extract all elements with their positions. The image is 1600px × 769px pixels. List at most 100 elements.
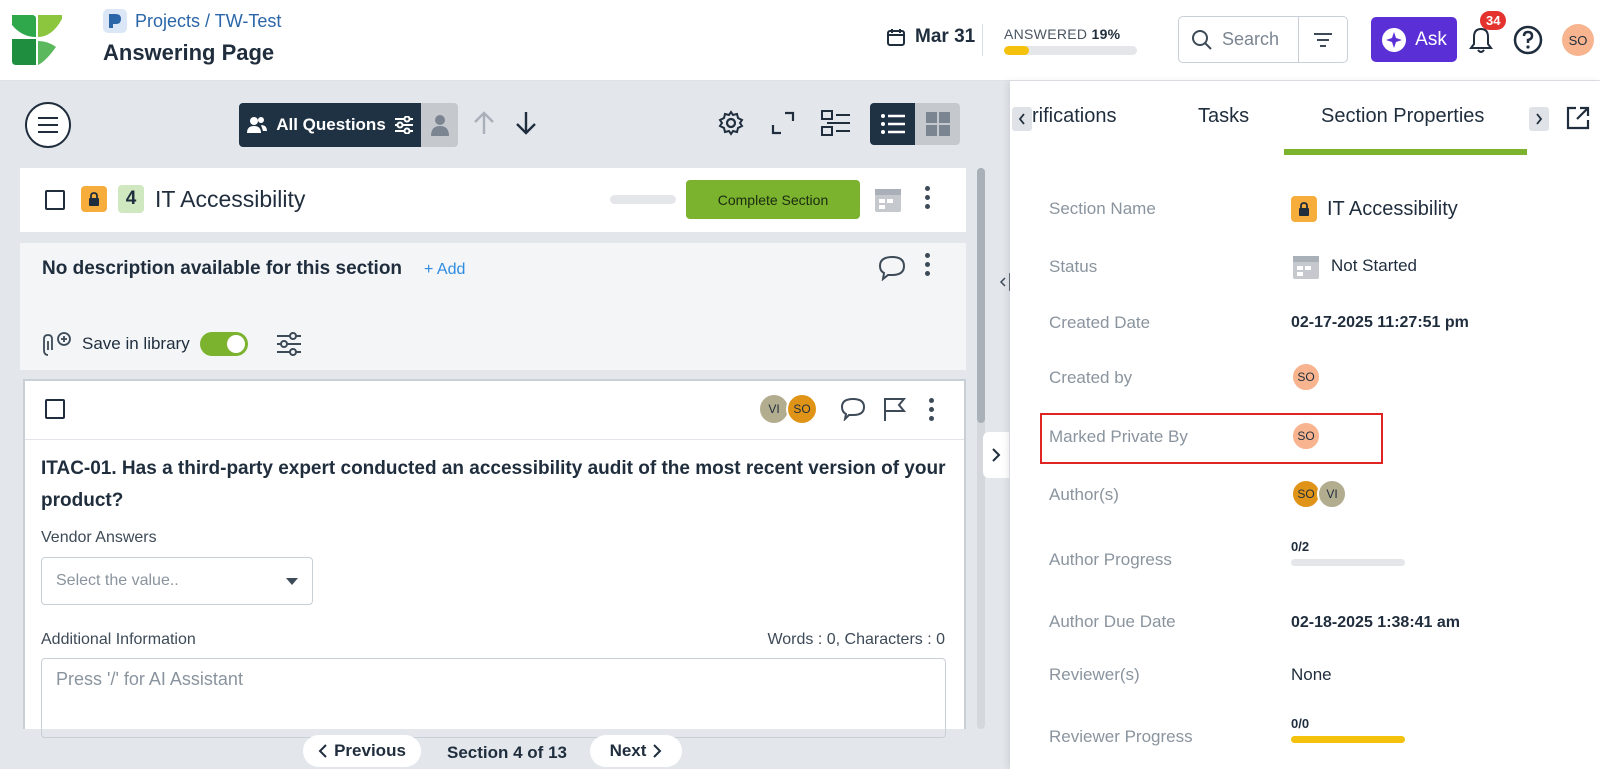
tab-tasks[interactable]: Tasks <box>1198 105 1249 128</box>
section-more-icon[interactable] <box>925 186 930 209</box>
section-description: No description available for this sectio… <box>42 258 403 279</box>
chevron-right-icon <box>1536 113 1543 125</box>
reviewer-progress-bar <box>1291 736 1405 743</box>
tab-section-properties[interactable]: Section Properties <box>1321 105 1484 128</box>
notification-badge[interactable]: 34 <box>1480 11 1507 30</box>
answered-bar-fill <box>1004 46 1030 55</box>
author-progress: 0/2 <box>1291 539 1405 566</box>
bell-icon[interactable] <box>1468 26 1494 54</box>
description-more-icon[interactable] <box>925 253 930 276</box>
hamburger-icon <box>38 117 58 133</box>
move-up-button[interactable] <box>472 110 496 136</box>
page-title: Answering Page <box>103 40 275 65</box>
due-date-text: Mar 31 <box>915 26 976 47</box>
move-down-button[interactable] <box>514 110 538 136</box>
comment-icon <box>878 255 906 281</box>
next-section-button[interactable]: Next <box>590 735 682 767</box>
lock-icon <box>89 192 99 206</box>
marked-private-value: SO <box>1291 421 1321 451</box>
section-header-card: 4 IT Accessibility Complete Section <box>20 168 966 232</box>
answered-progress: ANSWERED 19% <box>1004 26 1137 55</box>
calendar-icon <box>875 189 901 212</box>
open-external-icon[interactable] <box>1565 105 1591 131</box>
expand-icon <box>771 111 795 135</box>
my-questions-toggle[interactable] <box>421 103 458 147</box>
question-more-icon[interactable] <box>929 398 934 421</box>
author-progress-bar <box>1291 559 1405 566</box>
expand-button[interactable] <box>771 111 795 135</box>
calendar-icon <box>1293 256 1319 279</box>
grid-view-button[interactable] <box>915 103 960 145</box>
reviewer-progress-text: 0/0 <box>1291 716 1310 731</box>
list-view-button[interactable] <box>870 103 915 145</box>
collapse-panel-button[interactable] <box>983 432 1009 478</box>
add-description-link[interactable]: + Add <box>424 261 465 279</box>
calendar-icon <box>887 29 905 46</box>
question-avatar-so[interactable]: SO <box>786 393 818 425</box>
save-in-library-toggle[interactable] <box>199 332 248 356</box>
complete-section-button[interactable]: Complete Section <box>686 180 860 219</box>
settings-button[interactable] <box>718 110 744 136</box>
outline-view-button[interactable] <box>821 110 851 136</box>
tabs-scroll-right[interactable] <box>1529 107 1549 131</box>
vendor-answers-select[interactable]: Select the value.. <box>41 557 313 605</box>
question-text: ITAC-01. Has a third-party expert conduc… <box>41 458 946 511</box>
search-input[interactable]: Search <box>1179 17 1299 62</box>
tab-clarifications[interactable]: rifications <box>1032 105 1116 128</box>
author-due-value: 02-18-2025 1:38:41 am <box>1291 614 1461 631</box>
project-icon <box>103 9 127 33</box>
answered-label-text: ANSWERED <box>1004 26 1088 42</box>
breadcrumb[interactable]: Projects / TW-Test <box>103 9 281 33</box>
breadcrumb-text[interactable]: Projects / TW-Test <box>135 11 281 32</box>
users-icon <box>247 117 268 133</box>
gear-icon <box>718 110 744 136</box>
help-icon[interactable] <box>1513 25 1543 55</box>
reviewers-label: Reviewer(s) <box>1049 665 1140 684</box>
question-card-header: VI SO <box>25 381 964 440</box>
search-icon <box>1192 29 1212 50</box>
word-count: Words : 0, Characters : 0 <box>767 631 945 648</box>
all-questions-filter[interactable]: All Questions <box>239 103 421 147</box>
answered-label: ANSWERED 19% <box>1004 26 1137 42</box>
chevron-left-icon <box>1018 113 1025 125</box>
user-avatar[interactable]: SO <box>1562 24 1594 56</box>
list-icon <box>880 114 905 134</box>
due-date[interactable]: Mar 31 <box>886 26 975 48</box>
content-scrollbar-thumb[interactable] <box>977 168 985 423</box>
tabs-scroll-left[interactable] <box>1012 107 1032 131</box>
created-by-value: SO <box>1291 362 1321 392</box>
section-due-date-button[interactable] <box>873 184 903 214</box>
section-checkbox[interactable] <box>45 190 65 210</box>
previous-label: Previous <box>334 741 406 760</box>
marked-private-label: Marked Private By <box>1049 427 1188 446</box>
library-settings-icon[interactable] <box>276 332 302 356</box>
flag-icon <box>884 398 906 421</box>
active-tab-indicator <box>1284 149 1527 155</box>
menu-button[interactable] <box>25 102 71 148</box>
question-checkbox[interactable] <box>45 399 65 419</box>
section-name-label: Section Name <box>1049 199 1156 218</box>
ask-label: Ask <box>1415 28 1447 50</box>
arrow-up-icon <box>474 111 494 134</box>
reviewer-progress: 0/0 <box>1291 716 1405 743</box>
filter-button[interactable] <box>1299 32 1347 48</box>
additional-info-textarea[interactable]: Press '/' for AI Assistant <box>41 658 946 738</box>
app-header: Projects / TW-Test Answering Page Mar 31… <box>0 0 1600 81</box>
app-logo-icon[interactable] <box>12 15 62 65</box>
previous-section-button[interactable]: Previous <box>303 735 421 767</box>
section-properties-panel: rifications Tasks Section Properties Sec… <box>1010 81 1600 769</box>
author-avatar-vi[interactable]: VI <box>1317 479 1347 509</box>
marked-private-avatar[interactable]: SO <box>1291 421 1321 451</box>
section-description-card: No description available for this sectio… <box>20 243 966 370</box>
section-comment-button[interactable] <box>878 255 906 281</box>
question-flag-button[interactable] <box>882 396 906 422</box>
filter-icon <box>1314 32 1332 47</box>
search-box[interactable]: Search <box>1178 16 1348 63</box>
created-by-label: Created by <box>1049 368 1133 387</box>
created-by-avatar[interactable]: SO <box>1291 362 1321 392</box>
reviewer-progress-label: Reviewer Progress <box>1049 727 1193 746</box>
ask-button[interactable]: Ask <box>1371 17 1457 62</box>
chevron-right-icon <box>653 744 662 758</box>
select-placeholder: Select the value.. <box>56 572 179 589</box>
question-comment-button[interactable] <box>840 397 866 421</box>
